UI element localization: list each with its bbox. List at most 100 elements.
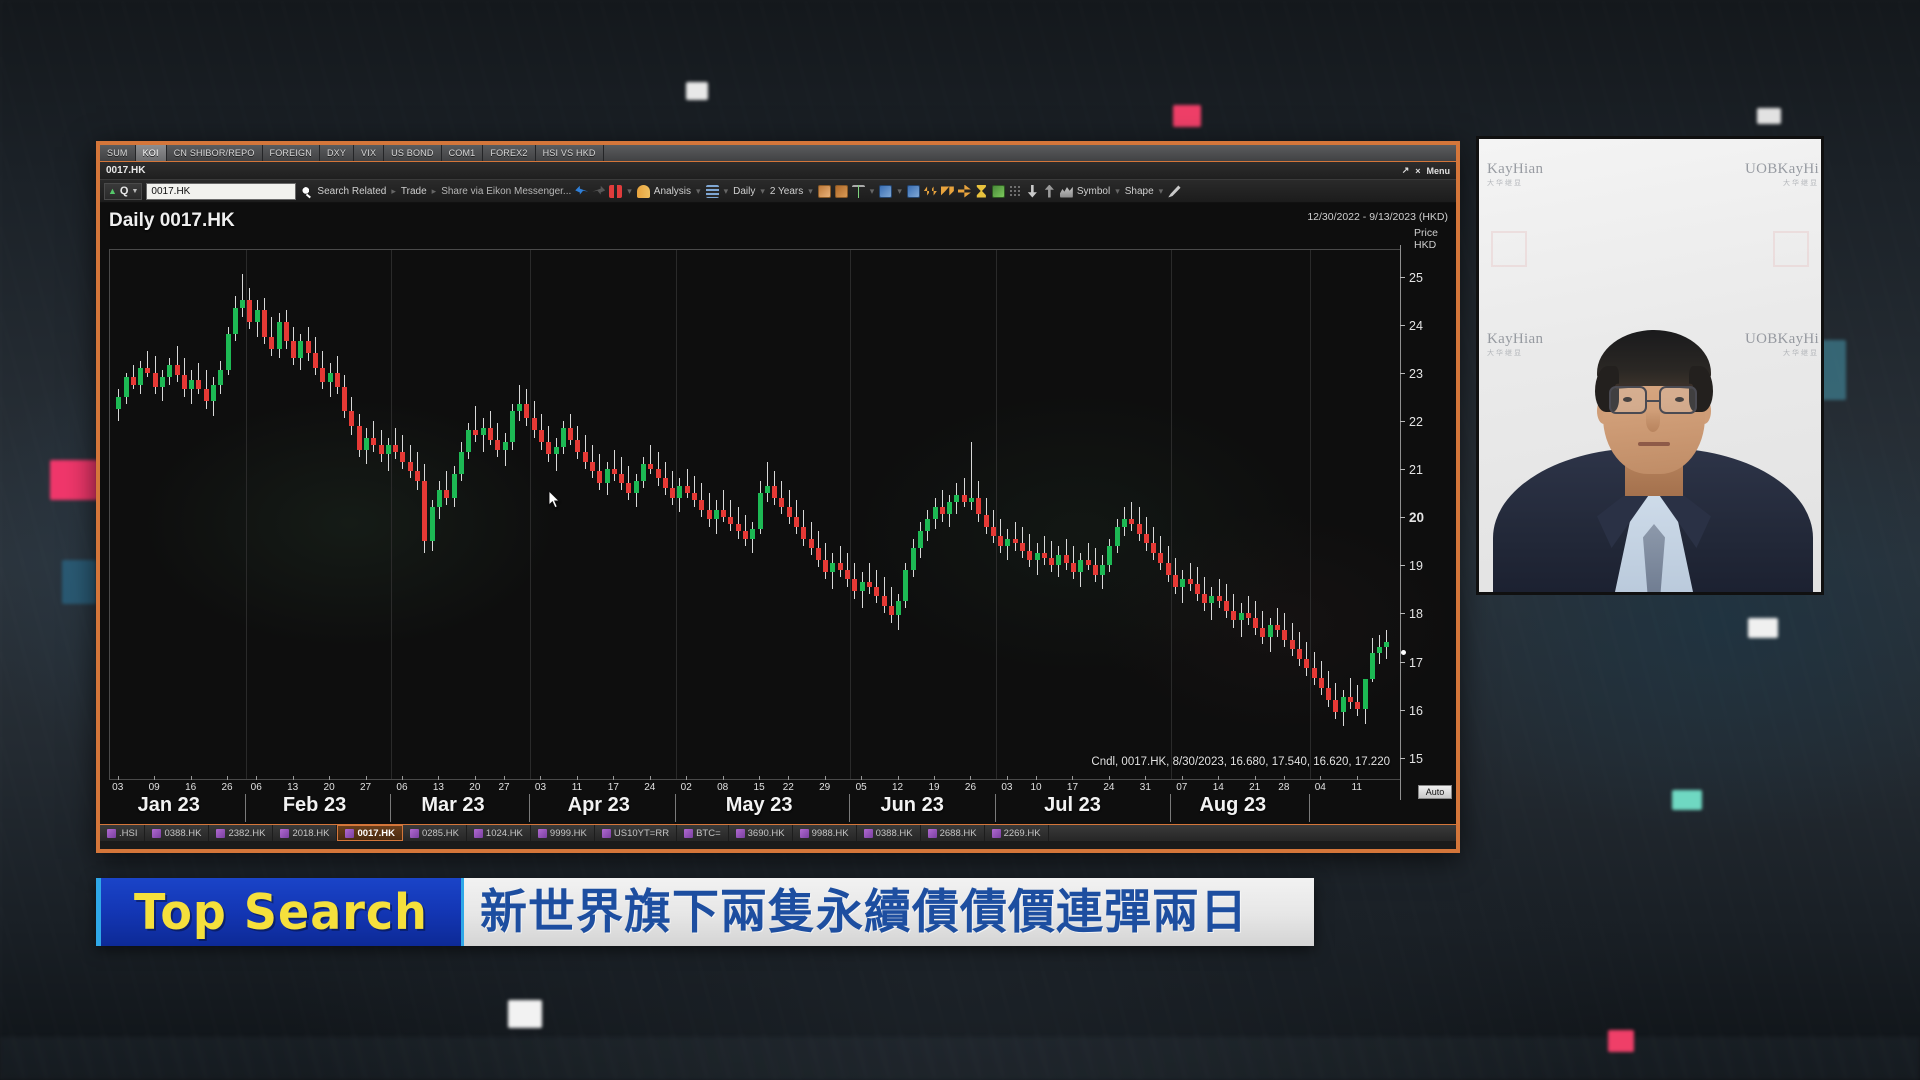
workspace-tab-foreign[interactable]: FOREIGN: [263, 145, 320, 161]
caret-icon-6[interactable]: ▾: [759, 186, 766, 197]
caret-icon-3[interactable]: ▾: [626, 186, 633, 197]
caret-icon-5[interactable]: ▾: [723, 186, 730, 197]
ticker-chart-icon: [799, 828, 809, 838]
candlestick: [291, 250, 297, 779]
window-controls[interactable]: ↗ × Menu: [1402, 165, 1450, 176]
pen-tool-icon[interactable]: [1168, 185, 1181, 198]
candlestick: [830, 250, 836, 779]
caret-icon-8[interactable]: ▾: [869, 186, 876, 197]
date-axis[interactable]: 03 09 16 26 Jan 23 06 13 20 27 Feb 23 06 13 20 27 Mar …: [109, 776, 1400, 824]
menu-button[interactable]: Menu: [1427, 166, 1451, 176]
close-icon[interactable]: ×: [1415, 166, 1420, 176]
analysis-menu[interactable]: Analysis: [654, 186, 691, 197]
interval-selector[interactable]: Daily: [733, 186, 755, 197]
candlestick: [283, 250, 289, 779]
ticker-item[interactable]: 2688.HK: [921, 825, 985, 841]
ticker-item[interactable]: 0285.HK: [403, 825, 467, 841]
candlestick-body: [517, 403, 523, 412]
candlestick-wick: [1043, 536, 1045, 565]
workspace-tab-cn-shibor-repo[interactable]: CN SHIBOR/REPO: [167, 145, 263, 161]
candlestick-wick: [242, 274, 244, 318]
ticker-item[interactable]: 1024.HK: [467, 825, 531, 841]
candlestick-body: [954, 495, 960, 503]
share-eikon-messenger-button[interactable]: Share via Eikon Messenger...: [441, 186, 571, 197]
caret-icon-11[interactable]: ▾: [1158, 186, 1165, 197]
date-axis-day-tick: 13: [432, 782, 444, 793]
undo-icon[interactable]: [575, 185, 589, 195]
caret-icon-7[interactable]: ▾: [807, 186, 814, 197]
scroll-up-icon[interactable]: [1044, 184, 1054, 198]
range-selector[interactable]: 2 Years: [770, 186, 803, 197]
candlestick: [415, 250, 421, 779]
ticker-item[interactable]: 0017.HK: [337, 825, 403, 841]
ticker-item[interactable]: .HSI: [100, 825, 146, 841]
candlestick-wick: [1014, 521, 1016, 551]
popout-icon[interactable]: ↗: [1402, 165, 1410, 176]
redo-icon[interactable]: [592, 185, 606, 195]
ticker-item[interactable]: 2382.HK: [209, 825, 274, 841]
chevron-down-icon[interactable]: ▼: [131, 188, 138, 195]
quote-type-selector[interactable]: ▲ Q ▼: [104, 182, 143, 200]
workspace-tab-dxy[interactable]: DXY: [320, 145, 355, 161]
ticker-item[interactable]: 9988.HK: [793, 825, 857, 841]
template-icon[interactable]: [879, 184, 893, 198]
candlestick-body: [1063, 555, 1069, 563]
chart-style-icon-1[interactable]: [817, 184, 831, 198]
axis-scale-icon[interactable]: [851, 184, 865, 198]
ticker-item[interactable]: US10YT=RR: [595, 825, 678, 841]
workspace-tab-sum[interactable]: SUM: [100, 145, 136, 161]
auto-scale-button[interactable]: Auto: [1418, 785, 1452, 799]
symbol-menu[interactable]: Symbol: [1077, 186, 1110, 197]
caret-icon-10[interactable]: ▾: [1114, 186, 1121, 197]
eyeglasses-lens-right: [1659, 386, 1697, 414]
ticker-item[interactable]: 9999.HK: [531, 825, 595, 841]
candlestick: [611, 250, 617, 779]
hourglass-icon[interactable]: [976, 184, 986, 198]
chart-toolbar[interactable]: ▲ Q ▼ 0017.HK Search Related ▸ Trade ▸ S…: [100, 180, 1456, 203]
candlestick-body: [1114, 526, 1120, 546]
layout-grid-icon[interactable]: [705, 184, 719, 198]
ticker-item[interactable]: 0388.HK: [857, 825, 921, 841]
workspace-tab-strip[interactable]: SUM KOI CN SHIBOR/REPO FOREIGN DXY VIX US BOND…: [100, 145, 1456, 162]
ticker-item[interactable]: BTC=: [677, 825, 729, 841]
workspace-tab-hsi-vs-hkd[interactable]: HSI VS HKD: [536, 145, 604, 161]
caret-icon-9[interactable]: ▾: [896, 186, 903, 197]
workspace-tab-com1[interactable]: COM1: [442, 145, 484, 161]
trade-menu[interactable]: Trade: [401, 186, 427, 197]
shape-menu[interactable]: Shape: [1125, 186, 1154, 197]
symbol-input[interactable]: 0017.HK: [146, 182, 297, 200]
price-axis[interactable]: 25 24 23 22 21 20 19 18 17 16 15: [1400, 245, 1456, 800]
layout-icon[interactable]: [906, 184, 920, 198]
candlestick-body: [968, 497, 974, 503]
workspace-tab-vix[interactable]: VIX: [354, 145, 385, 161]
candlestick-body: [874, 586, 880, 597]
candlestick-type-icon[interactable]: [609, 184, 623, 198]
collapse-horizontal-icon[interactable]: [940, 186, 954, 196]
ticker-item[interactable]: 2269.HK: [985, 825, 1049, 841]
candlestick: [1078, 250, 1084, 779]
expand-vertical-icon[interactable]: [957, 184, 971, 198]
price-chart-area[interactable]: Daily 0017.HK 12/30/2022 - 9/13/2023 (HK…: [100, 203, 1456, 824]
symbol-overlay-icon[interactable]: [1059, 186, 1073, 198]
workspace-tab-us-bond[interactable]: US BOND: [384, 145, 442, 161]
chart-style-icon-2[interactable]: [834, 184, 848, 198]
crosshair-icon[interactable]: [1008, 184, 1022, 198]
snapshot-icon[interactable]: [991, 184, 1005, 198]
watchlist-ticker-bar[interactable]: .HSI 0388.HK 2382.HK 2018.HK 0017.HK 0285.HK 1…: [100, 824, 1456, 841]
scroll-down-icon[interactable]: [1027, 184, 1037, 198]
date-axis-month-label: May 23: [725, 794, 793, 816]
ticker-item[interactable]: 3690.HK: [729, 825, 793, 841]
workspace-tab-forex2[interactable]: FOREX2: [483, 145, 536, 161]
candlestick-body: [837, 562, 843, 570]
caret-icon-4[interactable]: ▾: [695, 186, 702, 197]
expand-horizontal-icon[interactable]: [923, 186, 937, 196]
chart-plot-box[interactable]: [109, 249, 1400, 780]
analysis-icon[interactable]: [636, 184, 650, 198]
search-icon[interactable]: [300, 184, 314, 198]
candlestick: [597, 250, 603, 779]
date-axis-tick-mark: [1072, 776, 1074, 780]
workspace-tab-koi[interactable]: KOI: [135, 145, 167, 161]
ticker-item[interactable]: 0388.HK: [145, 825, 210, 841]
ticker-item[interactable]: 2018.HK: [273, 825, 338, 841]
search-related-menu[interactable]: Search Related: [317, 186, 386, 197]
